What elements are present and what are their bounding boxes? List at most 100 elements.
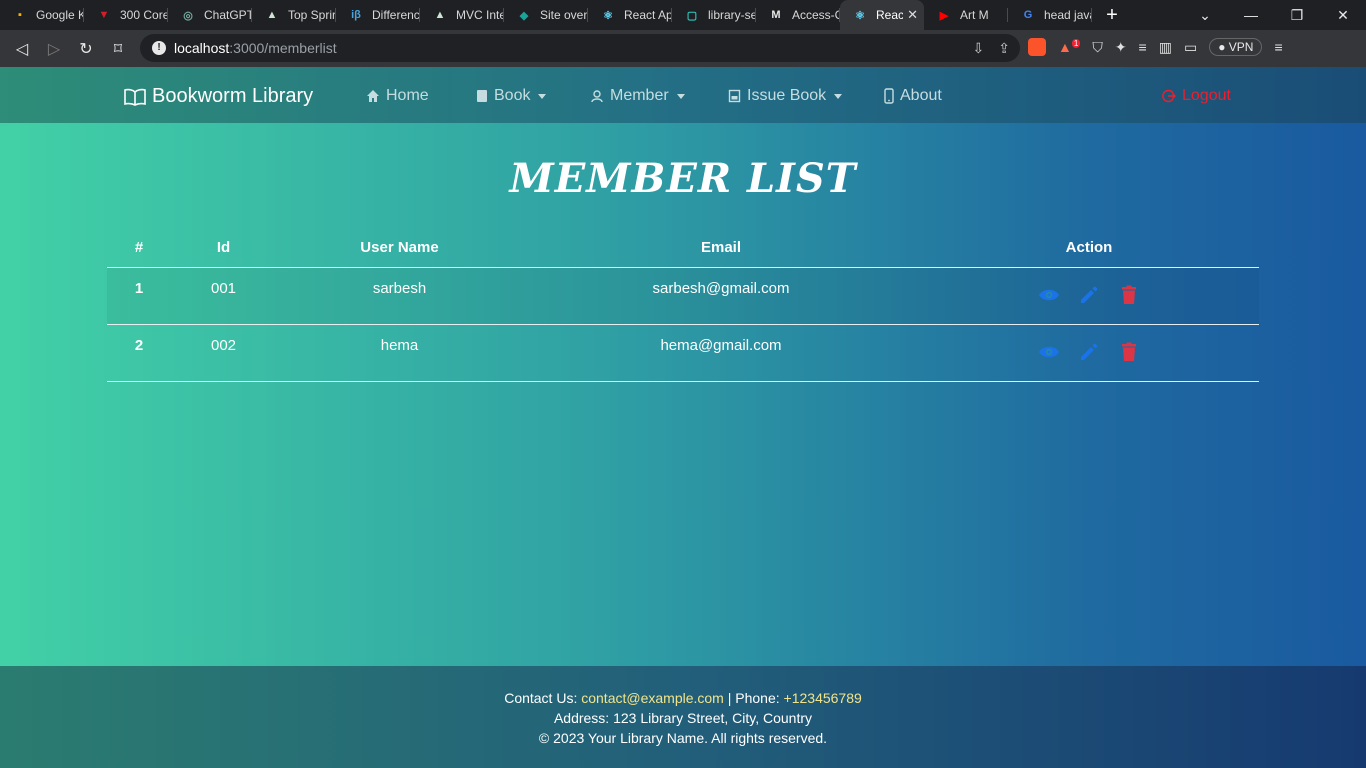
- address-bar[interactable]: ! localhost :3000/memberlist ⇩ ⇪: [140, 34, 1020, 62]
- table-row: 2 002 hema hema@gmail.com: [107, 324, 1259, 382]
- share-icon[interactable]: ⇪: [998, 40, 1010, 57]
- edit-icon[interactable]: [1078, 341, 1100, 363]
- browser-tab[interactable]: ▼ 300 Core: [84, 0, 168, 30]
- chevron-down-icon: [834, 93, 843, 99]
- nav-about-label: About: [900, 87, 942, 104]
- browser-tab[interactable]: M Access-C: [756, 0, 840, 30]
- brave-rewards-icon[interactable]: ▲ 1: [1058, 39, 1081, 55]
- username-cell: sarbesh: [276, 267, 523, 325]
- wallet-icon[interactable]: ▭: [1184, 39, 1197, 56]
- action-cell: [919, 267, 1259, 325]
- tab-title: MVC Inte: [456, 8, 504, 22]
- tab-favicon-icon: ◆: [519, 9, 529, 22]
- browser-tab[interactable]: ▲ Top Sprir: [252, 0, 336, 30]
- tab-title: Top Sprir: [288, 8, 336, 22]
- browser-tab[interactable]: ⚛ React✕: [840, 0, 924, 30]
- url-host: localhost: [174, 40, 230, 56]
- restore-icon[interactable]: ❐: [1274, 7, 1320, 24]
- email-cell: hema@gmail.com: [523, 324, 919, 382]
- tab-favicon-icon: ▲: [434, 9, 446, 21]
- delete-icon[interactable]: [1118, 341, 1140, 363]
- phone-separator: | Phone:: [723, 690, 784, 706]
- nav-member-dropdown[interactable]: Member: [590, 87, 685, 105]
- menu-icon[interactable]: ≡: [1274, 39, 1282, 55]
- footer-address: Address: 123 Library Street, City, Count…: [553, 710, 813, 726]
- site-info-icon[interactable]: !: [152, 41, 166, 55]
- shield-icon[interactable]: ⛉: [1092, 39, 1103, 56]
- bookmark-icon[interactable]: ⌑: [102, 39, 134, 59]
- tab-favicon-icon: ⚛: [855, 9, 865, 22]
- contact-email-link[interactable]: contact@example.com: [581, 690, 724, 706]
- tab-favicon-icon: ▶: [939, 9, 949, 22]
- tab-title: Differenc: [372, 8, 420, 22]
- new-tab-button[interactable]: +: [1092, 4, 1132, 27]
- member-id-cell: 002: [171, 324, 276, 382]
- tab-close-icon[interactable]: ✕: [907, 7, 918, 23]
- browser-tab[interactable]: Ghead java: [1008, 0, 1092, 30]
- minimize-icon[interactable]: —: [1228, 7, 1274, 23]
- reload-icon[interactable]: ↻: [70, 39, 102, 59]
- col-header-number: #: [107, 229, 171, 268]
- browser-tab[interactable]: iβ Differenc: [336, 0, 420, 30]
- playlist-icon[interactable]: ≡: [1139, 39, 1147, 55]
- view-icon[interactable]: [1038, 284, 1060, 306]
- nav-book-label: Book: [494, 87, 531, 104]
- browser-tab[interactable]: ▲ MVC Inte: [420, 0, 504, 30]
- page: Bookworm Library Home Book Member Issue …: [0, 67, 1366, 768]
- nav-about[interactable]: About: [884, 87, 942, 105]
- tab-favicon-icon: ▢: [686, 9, 698, 22]
- tab-favicon-icon: ▼: [98, 9, 110, 21]
- tab-favicon-icon: ▪: [18, 9, 22, 21]
- row-number-cell: 2: [107, 324, 171, 382]
- logout-button[interactable]: Logout: [1162, 87, 1231, 105]
- forward-icon[interactable]: ▷: [38, 39, 70, 59]
- browser-tab[interactable]: ▶ Art M: [924, 0, 1008, 30]
- browser-tab-strip: ▪ Google K ▼ 300 Core ◎ ChatGPT ▲ Top Sprir iβ Di…: [0, 0, 1366, 30]
- nav-issue-book-dropdown[interactable]: Issue Book: [728, 87, 843, 105]
- extensions-icon[interactable]: ✦: [1115, 39, 1127, 56]
- tab-favicon-icon: ⚛: [603, 9, 613, 22]
- close-window-icon[interactable]: ✕: [1320, 7, 1366, 24]
- sidebar-icon[interactable]: ▥: [1159, 39, 1172, 56]
- tab-favicon-icon: G: [1023, 9, 1033, 21]
- browser-toolbar: ◁ ▷ ↻ ⌑ ! localhost :3000/memberlist ⇩ ⇪…: [0, 30, 1366, 67]
- browser-tab[interactable]: ◆ Site over: [504, 0, 588, 30]
- col-header-email: Email: [523, 229, 919, 268]
- row-number-cell: 1: [107, 267, 171, 325]
- brand-label: Bookworm Library: [152, 85, 314, 107]
- extensions-area: ▲ 1 ⛉ ✦ ≡ ▥ ▭ ● VPN ≡: [1028, 38, 1283, 56]
- book-icon: [477, 90, 487, 102]
- view-icon[interactable]: [1038, 341, 1060, 363]
- rewards-badge: 1: [1071, 39, 1081, 49]
- browser-tab[interactable]: ▪ Google K: [0, 0, 84, 30]
- vpn-button[interactable]: ● VPN: [1209, 38, 1263, 56]
- browser-tab[interactable]: ◎ ChatGPT: [168, 0, 252, 30]
- home-icon: [367, 90, 379, 102]
- contact-phone-link[interactable]: +123456789: [784, 690, 862, 706]
- browser-tab[interactable]: ⚛ React Ap: [588, 0, 672, 30]
- brave-shield-icon[interactable]: [1028, 38, 1046, 56]
- page-title: MEMBER LIST: [509, 155, 857, 202]
- action-cell: [919, 324, 1259, 382]
- edit-icon[interactable]: [1078, 284, 1100, 306]
- tab-title: ChatGPT: [204, 8, 252, 22]
- url-path: :3000/memberlist: [229, 40, 337, 56]
- back-icon[interactable]: ◁: [6, 39, 38, 59]
- footer-copyright: © 2023 Your Library Name. All rights res…: [538, 730, 828, 746]
- delete-icon[interactable]: [1118, 284, 1140, 306]
- window-controls: ⌄ — ❐ ✕: [1182, 0, 1366, 30]
- tab-title: Access-C: [792, 8, 840, 22]
- logout-label: Logout: [1182, 87, 1231, 104]
- tab-search-icon[interactable]: ⌄: [1182, 7, 1228, 24]
- browser-tab[interactable]: ▢ library-se: [672, 0, 756, 30]
- email-cell: sarbesh@gmail.com: [523, 267, 919, 325]
- nav-home[interactable]: Home: [366, 87, 429, 105]
- footer: Contact Us: contact@example.com | Phone:…: [0, 666, 1366, 768]
- table-header-row: # Id User Name Email Action: [107, 229, 1259, 268]
- nav-book-dropdown[interactable]: Book: [476, 87, 547, 105]
- chevron-down-icon: [538, 93, 547, 99]
- brand-link[interactable]: Bookworm Library: [124, 85, 313, 108]
- footer-contact: Contact Us: contact@example.com | Phone:…: [0, 688, 1366, 708]
- install-icon[interactable]: ⇩: [973, 40, 985, 57]
- tab-title: 300 Core: [120, 8, 168, 22]
